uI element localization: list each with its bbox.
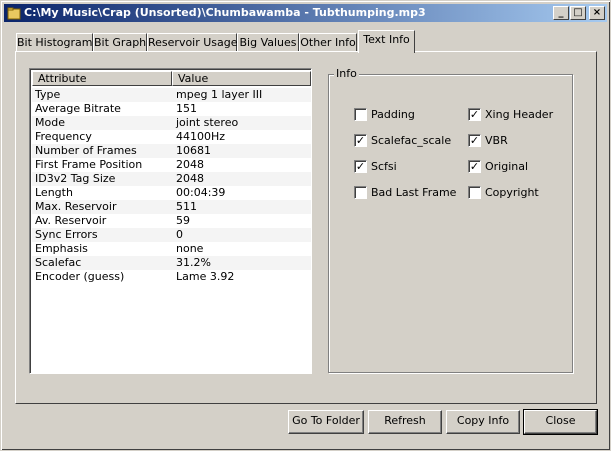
row-value: 10681 xyxy=(176,144,211,157)
row-attribute: Encoder (guess) xyxy=(35,270,125,283)
row-attribute: Sync Errors xyxy=(35,228,98,241)
list-row[interactable]: Emphasis none xyxy=(32,242,311,256)
list-rows: Type mpeg 1 layer III Average Bitrate 151 … xyxy=(32,88,311,284)
checkbox-label: Scfsi xyxy=(371,160,397,173)
row-attribute: Scalefac xyxy=(35,256,82,269)
checkbox-label: Scalefac_scale xyxy=(371,134,452,147)
row-value: 511 xyxy=(176,200,197,213)
row-attribute: Type xyxy=(35,88,61,101)
list-row[interactable]: Av. Reservoir 59 xyxy=(32,214,311,228)
list-row[interactable]: Type mpeg 1 layer III xyxy=(32,88,311,102)
list-row[interactable]: ID3v2 Tag Size 2048 xyxy=(32,172,311,186)
row-value: none xyxy=(176,242,204,255)
checkbox-label: VBR xyxy=(485,134,508,147)
row-value: 44100Hz xyxy=(176,130,226,143)
row-value: 151 xyxy=(176,102,197,115)
checkbox-label: Bad Last Frame xyxy=(371,186,457,199)
row-value: 31.2% xyxy=(176,256,211,269)
checkbox-box[interactable] xyxy=(354,186,367,199)
checkbox-label: Xing Header xyxy=(485,108,554,121)
tab-bit-graph[interactable]: Bit Graph xyxy=(93,33,147,52)
row-attribute: Length xyxy=(35,186,73,199)
row-value: joint stereo xyxy=(176,116,239,129)
list-row[interactable]: Sync Errors 0 xyxy=(32,228,311,242)
copy-info-button[interactable]: Copy Info xyxy=(446,410,520,434)
list-row[interactable]: Scalefac 31.2% xyxy=(32,256,311,270)
checkbox-box[interactable] xyxy=(354,108,367,121)
close-button[interactable]: Close xyxy=(523,409,598,435)
row-attribute: Av. Reservoir xyxy=(35,214,107,227)
go-to-folder-button[interactable]: Go To Folder xyxy=(288,410,364,434)
tab-bit-histogram[interactable]: Bit Histogram xyxy=(16,33,93,52)
close-window-button[interactable]: × xyxy=(589,6,605,20)
tab-other-info[interactable]: Other Info xyxy=(299,33,357,52)
info-group-title: Info xyxy=(334,67,359,81)
row-attribute: ID3v2 Tag Size xyxy=(35,172,116,185)
row-value: mpeg 1 layer III xyxy=(176,88,263,101)
folder-icon xyxy=(7,6,21,20)
row-value: 0 xyxy=(176,228,183,241)
window-title: C:\My Music\Crap (Unsorted)\Chumbawamba … xyxy=(24,6,426,19)
row-attribute: Frequency xyxy=(35,130,92,143)
list-row[interactable]: Encoder (guess) Lame 3.92 xyxy=(32,270,311,284)
tab-big-values[interactable]: Big Values xyxy=(237,33,299,52)
list-row[interactable]: Average Bitrate 151 xyxy=(32,102,311,116)
tab-reservoir-usage[interactable]: Reservoir Usage xyxy=(147,33,238,52)
maximize-button[interactable]: □ xyxy=(570,6,586,20)
row-value: 2048 xyxy=(176,172,204,185)
checkbox-label: Original xyxy=(485,160,529,173)
row-attribute: Average Bitrate xyxy=(35,102,121,115)
row-value: 59 xyxy=(176,214,190,227)
row-attribute: Number of Frames xyxy=(35,144,137,157)
column-header-value[interactable]: Value xyxy=(172,71,311,86)
checkbox-box[interactable]: ✓ xyxy=(354,134,367,147)
row-attribute: Max. Reservoir xyxy=(35,200,117,213)
column-header-attribute[interactable]: Attribute xyxy=(32,71,172,86)
app-window: C:\My Music\Crap (Unsorted)\Chumbawamba … xyxy=(0,0,611,451)
row-value: 00:04:39 xyxy=(176,186,226,199)
row-value: Lame 3.92 xyxy=(176,270,235,283)
checkbox-box[interactable]: ✓ xyxy=(468,160,481,173)
checkbox-box[interactable]: ✓ xyxy=(354,160,367,173)
checkbox-box[interactable]: ✓ xyxy=(468,108,481,121)
refresh-button[interactable]: Refresh xyxy=(368,410,442,434)
list-header: Attribute Value xyxy=(32,71,311,86)
title-bar[interactable]: C:\My Music\Crap (Unsorted)\Chumbawamba … xyxy=(4,4,607,22)
row-attribute: Emphasis xyxy=(35,242,88,255)
checkbox-label: Padding xyxy=(371,108,415,121)
list-row[interactable]: Number of Frames 10681 xyxy=(32,144,311,158)
list-row[interactable]: Length 00:04:39 xyxy=(32,186,311,200)
row-attribute: First Frame Position xyxy=(35,158,143,171)
row-value: 2048 xyxy=(176,158,204,171)
checkbox-box[interactable] xyxy=(468,186,481,199)
list-row[interactable]: Frequency 44100Hz xyxy=(32,130,311,144)
minimize-button[interactable]: _ xyxy=(553,6,569,20)
tab-text-info[interactable]: Text Info xyxy=(358,30,415,53)
list-row[interactable]: First Frame Position 2048 xyxy=(32,158,311,172)
checkbox-label: Copyright xyxy=(485,186,539,199)
list-row[interactable]: Mode joint stereo xyxy=(32,116,311,130)
row-attribute: Mode xyxy=(35,116,65,129)
list-row[interactable]: Max. Reservoir 511 xyxy=(32,200,311,214)
attribute-list[interactable]: Attribute Value Type mpeg 1 layer III Ave… xyxy=(29,68,312,374)
checkbox-box[interactable]: ✓ xyxy=(468,134,481,147)
